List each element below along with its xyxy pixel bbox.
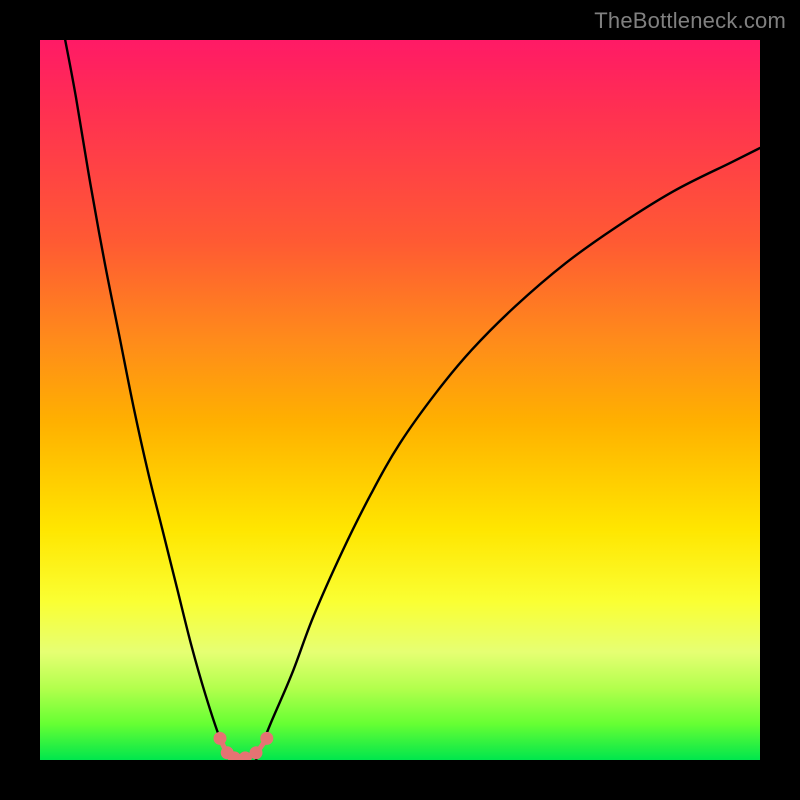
plot-area — [40, 40, 760, 760]
chart-frame: TheBottleneck.com — [0, 0, 800, 800]
trough-marker — [260, 732, 273, 745]
curve-right-branch — [256, 148, 760, 760]
trough-marker — [214, 732, 227, 745]
curve-left-branch — [65, 40, 231, 760]
trough-marker — [250, 746, 263, 759]
curve-layer — [40, 40, 760, 760]
watermark-text: TheBottleneck.com — [594, 8, 786, 34]
